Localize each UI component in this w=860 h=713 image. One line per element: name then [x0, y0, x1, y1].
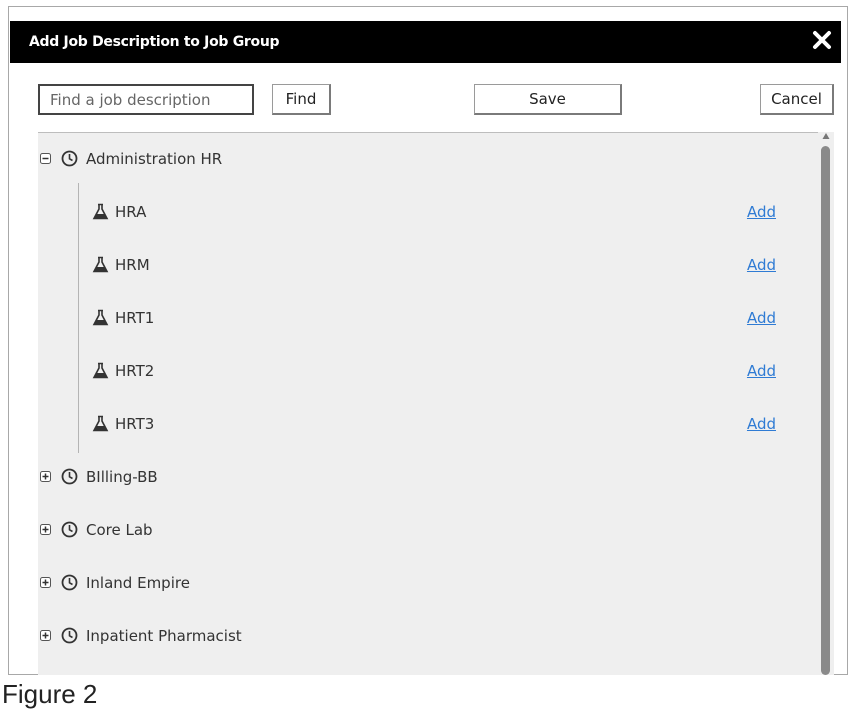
- clock-icon: [61, 627, 78, 644]
- close-icon[interactable]: [809, 27, 835, 53]
- tree-group-administration-hr[interactable]: Administration HR: [38, 133, 818, 186]
- figure-caption: Figure 2: [2, 679, 98, 709]
- tree-group-inland-empire[interactable]: Inland Empire: [38, 557, 818, 610]
- tree-item-label: HRM: [115, 256, 150, 274]
- tree-group-inpatient-pharmacist[interactable]: Inpatient Pharmacist: [38, 610, 818, 663]
- add-link[interactable]: Add: [747, 345, 776, 398]
- flask-icon: [92, 362, 109, 379]
- tree-item-hrt3: HRT3 Add: [38, 398, 818, 451]
- job-tree-panel: Administration HR HRA Add HRM Add HRT1 A…: [38, 132, 834, 675]
- find-button[interactable]: Find: [272, 84, 331, 115]
- tree-item-hrt1: HRT1 Add: [38, 292, 818, 345]
- tree-group-label: BIlling-BB: [86, 468, 158, 486]
- scroll-up-icon[interactable]: [822, 132, 830, 140]
- tree-item-label: HRA: [115, 203, 147, 221]
- tree-item-label: HRT3: [115, 415, 155, 433]
- expand-icon[interactable]: [40, 630, 51, 641]
- add-link[interactable]: Add: [747, 398, 776, 451]
- scrollbar[interactable]: [818, 132, 834, 675]
- tree-item-hra: HRA Add: [38, 186, 818, 239]
- expand-icon[interactable]: [40, 524, 51, 535]
- flask-icon: [92, 203, 109, 220]
- collapse-icon[interactable]: [40, 153, 51, 164]
- tree-item-label: HRT2: [115, 362, 155, 380]
- tree-group-label: Administration HR: [86, 150, 223, 168]
- clock-icon: [61, 468, 78, 485]
- tree-group-label: Core Lab: [86, 521, 153, 539]
- dialog-title: Add Job Description to Job Group: [29, 34, 280, 50]
- clock-icon: [61, 150, 78, 167]
- add-link[interactable]: Add: [747, 292, 776, 345]
- tree-group-label: Inland Empire: [86, 574, 190, 592]
- flask-icon: [92, 415, 109, 432]
- expand-icon[interactable]: [40, 577, 51, 588]
- tree-group-billing-bb[interactable]: BIlling-BB: [38, 451, 818, 504]
- add-link[interactable]: Add: [747, 186, 776, 239]
- flask-icon: [92, 256, 109, 273]
- add-link[interactable]: Add: [747, 239, 776, 292]
- cancel-button[interactable]: Cancel: [760, 84, 834, 115]
- flask-icon: [92, 309, 109, 326]
- tree-item-hrm: HRM Add: [38, 239, 818, 292]
- save-button[interactable]: Save: [474, 84, 622, 115]
- tree-item-label: HRT1: [115, 309, 155, 327]
- tree-group-core-lab[interactable]: Core Lab: [38, 504, 818, 557]
- search-input[interactable]: [38, 84, 254, 115]
- tree-group-label: Inpatient Pharmacist: [86, 627, 242, 645]
- clock-icon: [61, 574, 78, 591]
- tree-item-hrt2: HRT2 Add: [38, 345, 818, 398]
- clock-icon: [61, 521, 78, 538]
- dialog-titlebar: Add Job Description to Job Group: [10, 21, 841, 63]
- scrollbar-thumb[interactable]: [821, 146, 830, 675]
- expand-icon[interactable]: [40, 471, 51, 482]
